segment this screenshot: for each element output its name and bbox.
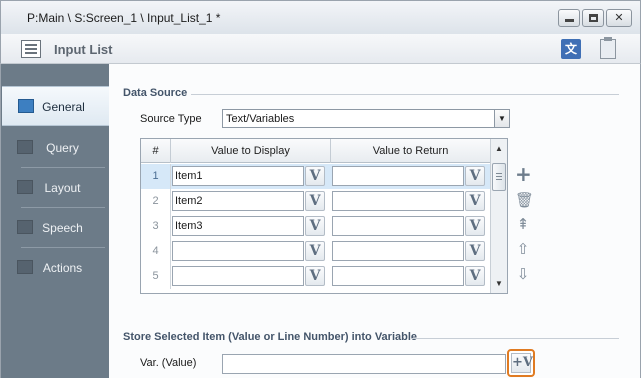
items-table: # Value to Display Value to Return 1 Ite… [140, 138, 508, 294]
insert-variable-button[interactable]: V [465, 166, 485, 186]
close-button[interactable]: ✕ [606, 9, 632, 27]
sidebar-item-speech[interactable]: Speech [1, 208, 110, 248]
insert-variable-button[interactable]: V [465, 266, 485, 286]
insert-variable-button[interactable]: V [305, 191, 325, 211]
translate-icon[interactable]: 文 [561, 39, 581, 59]
column-header-display: Value to Display [171, 139, 331, 163]
maximize-button[interactable] [582, 9, 604, 27]
group-divider [191, 94, 619, 95]
store-variable-heading: Store Selected Item (Value or Line Numbe… [123, 331, 418, 343]
sidebar-item-query[interactable]: Query [1, 128, 110, 168]
table-row[interactable]: 1 Item1 V V [141, 164, 490, 189]
var-value-input[interactable] [222, 354, 506, 374]
row-number: 4 [141, 239, 171, 264]
sidebar-item-actions[interactable]: Actions [1, 248, 110, 288]
scroll-up-icon[interactable]: ▲ [491, 141, 507, 157]
return-value-input[interactable] [332, 241, 464, 261]
select-variable-button[interactable]: +V [507, 349, 535, 377]
scroll-down-icon[interactable]: ▼ [491, 276, 507, 292]
move-down-icon[interactable]: ⇩ [515, 266, 531, 282]
display-value-input[interactable]: Item1 [172, 166, 304, 186]
sidebar-item-label: Speech [42, 221, 83, 235]
insert-variable-button[interactable]: V [305, 266, 325, 286]
minimize-button[interactable] [558, 9, 580, 27]
sidebar: General Query Layout Speech Actions [0, 64, 111, 378]
move-up-icon[interactable]: ⇧ [515, 241, 531, 257]
data-source-heading: Data Source [123, 87, 188, 99]
table-row[interactable]: 3 Item3 V V [141, 214, 490, 239]
delete-row-icon[interactable]: 🗑 [515, 192, 534, 208]
row-number: 3 [141, 214, 171, 239]
sidebar-item-label: Layout [44, 181, 81, 195]
close-icon: ✕ [614, 11, 624, 24]
row-number: 5 [141, 264, 171, 289]
source-type-value: Text/Variables [226, 113, 295, 125]
sidebar-item-layout[interactable]: Layout [1, 168, 110, 208]
sidebar-item-label: General [42, 100, 85, 114]
display-value-input[interactable]: Item2 [172, 191, 304, 211]
return-value-input[interactable] [332, 266, 464, 286]
return-value-input[interactable] [332, 166, 464, 186]
row-number: 1 [141, 164, 171, 189]
return-value-input[interactable] [332, 216, 464, 236]
group-divider [411, 338, 619, 339]
insert-variable-button[interactable]: V [305, 216, 325, 236]
var-value-label: Var. (Value) [140, 357, 197, 369]
insert-variable-button[interactable]: V [305, 241, 325, 261]
sidebar-item-general[interactable]: General [2, 86, 111, 126]
panel-title: Input List [54, 42, 113, 57]
table-row[interactable]: 5 V V [141, 264, 490, 289]
window-title: P:Main \ S:Screen_1 \ Input_List_1 * [27, 11, 221, 25]
add-variable-icon: +V [511, 353, 533, 373]
table-row[interactable]: 4 V V [141, 239, 490, 264]
table-header: # Value to Display Value to Return [141, 139, 490, 163]
table-scrollbar[interactable]: ▲ ▼ [490, 139, 507, 293]
return-value-input[interactable] [332, 191, 464, 211]
main-panel: Data Source Source Type Text/Variables ▼… [109, 64, 641, 378]
column-header-return: Value to Return [372, 145, 449, 157]
maximize-icon [589, 14, 598, 22]
display-value-input[interactable] [172, 266, 304, 286]
source-type-select[interactable]: Text/Variables ▼ [222, 109, 510, 128]
title-bar: P:Main \ S:Screen_1 \ Input_List_1 * ✕ [0, 0, 641, 34]
add-row-icon[interactable]: + [515, 164, 532, 184]
insert-variable-button[interactable]: V [465, 241, 485, 261]
minimize-icon [565, 19, 574, 22]
insert-variable-button[interactable]: V [465, 216, 485, 236]
display-value-input[interactable] [172, 241, 304, 261]
move-to-top-icon[interactable]: ⇞ [515, 216, 531, 232]
panel-header: Input List 文 [0, 34, 641, 64]
window-controls: ✕ [558, 9, 632, 27]
source-type-label: Source Type [140, 113, 202, 125]
sidebar-item-label: Actions [42, 261, 83, 275]
insert-variable-button[interactable]: V [465, 191, 485, 211]
scrollbar-thumb[interactable] [492, 163, 506, 191]
row-number: 2 [141, 189, 171, 214]
display-value-input[interactable]: Item3 [172, 216, 304, 236]
sidebar-item-label: Query [46, 141, 79, 155]
chevron-down-icon: ▼ [494, 110, 509, 127]
column-header-number: # [141, 139, 171, 163]
notes-icon[interactable] [600, 37, 616, 59]
table-row[interactable]: 2 Item2 V V [141, 189, 490, 214]
insert-variable-button[interactable]: V [305, 166, 325, 186]
input-list-icon [21, 40, 41, 58]
